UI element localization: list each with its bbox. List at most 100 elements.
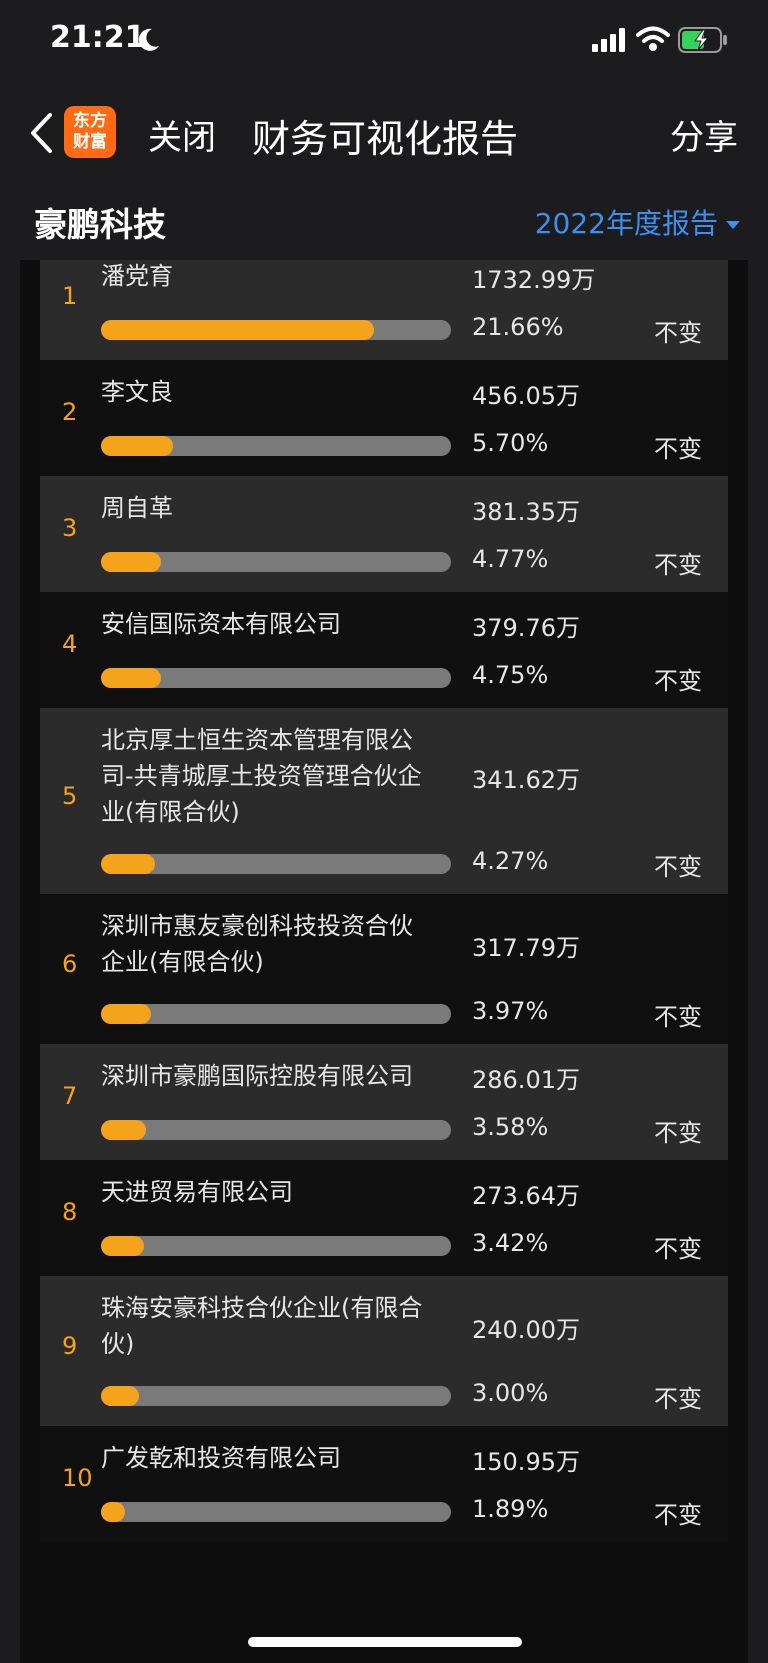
holder-row[interactable]: 10 广发乾和投资有限公司 150.95万 1.89% 不变 <box>40 1426 728 1542</box>
logo-line-2: 财富 <box>73 132 107 152</box>
holder-rank: 4 <box>62 630 78 658</box>
holder-name: 深圳市惠友豪创科技投资合伙企业(有限合伙) <box>101 912 413 976</box>
holding-ratio-bar <box>101 1120 451 1140</box>
caret-down-icon <box>726 221 740 229</box>
holder-shares: 240.00万 <box>472 1316 580 1344</box>
holding-ratio-fill <box>101 1120 147 1140</box>
holder-rank: 5 <box>62 782 78 810</box>
report-period-selector[interactable]: 2022年度报告 <box>535 202 740 242</box>
report-period-label: 2022年度报告 <box>534 207 718 240</box>
holding-ratio-bar <box>101 1502 451 1522</box>
holding-ratio-fill <box>101 320 374 340</box>
holding-ratio-fill <box>101 1004 152 1024</box>
holder-shares: 317.79万 <box>472 934 580 962</box>
holder-rank: 8 <box>62 1198 78 1226</box>
holding-change: 不变 <box>654 1501 702 1529</box>
holder-row[interactable]: 9 珠海安豪科技合伙企业(有限合伙) 240.00万 3.00% 不变 <box>40 1276 728 1426</box>
holder-row[interactable]: 6 深圳市惠友豪创科技投资合伙企业(有限合伙) 317.79万 3.97% 不变 <box>40 894 728 1044</box>
holding-ratio: 3.00% <box>472 1379 549 1407</box>
holder-rank: 10 <box>62 1464 93 1492</box>
holding-change: 不变 <box>654 319 702 347</box>
holding-ratio-fill <box>101 1236 145 1256</box>
holding-ratio-fill <box>101 854 155 874</box>
holding-ratio-bar <box>101 436 451 456</box>
app-logo: 东方 财富 <box>64 106 116 158</box>
holding-ratio: 1.89% <box>472 1495 549 1523</box>
holder-row[interactable]: 7 深圳市豪鹏国际控股有限公司 286.01万 3.58% 不变 <box>40 1044 728 1160</box>
holding-ratio-fill <box>101 1386 139 1406</box>
holder-shares: 341.62万 <box>472 766 580 794</box>
holder-name: 周自革 <box>101 494 173 522</box>
holding-change: 不变 <box>654 551 702 579</box>
wifi-icon <box>636 26 670 51</box>
holder-name: 安信国际资本有限公司 <box>101 610 341 638</box>
holder-row[interactable]: 8 天进贸易有限公司 273.64万 3.42% 不变 <box>40 1160 728 1276</box>
nav-bar: 东方 财富 关闭 财务可视化报告 分享 <box>0 90 768 174</box>
close-button[interactable]: 关闭 <box>148 110 216 159</box>
share-button[interactable]: 分享 <box>670 110 738 159</box>
status-bar: 21:21 <box>0 0 768 80</box>
holder-shares: 379.76万 <box>472 614 580 642</box>
holder-name: 广发乾和投资有限公司 <box>101 1444 341 1472</box>
holder-name: 珠海安豪科技合伙企业(有限合伙) <box>101 1294 423 1358</box>
holding-change: 不变 <box>654 1235 702 1263</box>
holder-shares: 286.01万 <box>472 1066 580 1094</box>
home-indicator <box>248 1637 522 1647</box>
holder-rank: 3 <box>62 514 78 542</box>
shareholder-list: 1 潘党育 1732.99万 21.66% 不变 2 李文良 456.05万 5.70% 不变 3 周… <box>40 260 728 1542</box>
page-title: 财务可视化报告 <box>252 117 519 161</box>
holder-rank: 9 <box>62 1332 78 1360</box>
cellular-signal-icon <box>592 28 625 52</box>
holder-name: 潘党育 <box>101 262 173 290</box>
holding-change: 不变 <box>654 1003 702 1031</box>
holding-ratio: 21.66% <box>472 313 564 341</box>
holding-ratio: 4.77% <box>472 545 549 573</box>
holding-ratio-bar <box>101 854 451 874</box>
holder-row[interactable]: 1 潘党育 1732.99万 21.66% 不变 <box>40 260 728 360</box>
holding-ratio: 4.27% <box>472 847 549 875</box>
holder-name: 李文良 <box>101 378 173 406</box>
holder-shares: 381.35万 <box>472 498 580 526</box>
holder-shares: 456.05万 <box>472 382 580 410</box>
moon-icon <box>138 28 159 51</box>
holding-ratio-bar <box>101 1004 451 1024</box>
holding-ratio-bar <box>101 320 451 340</box>
holding-change: 不变 <box>654 1119 702 1147</box>
holder-row[interactable]: 5 北京厚土恒生资本管理有限公司-共青城厚土投资管理合伙企业(有限合伙) 341.6… <box>40 708 728 894</box>
holder-row[interactable]: 3 周自革 381.35万 4.77% 不变 <box>40 476 728 592</box>
holder-row[interactable]: 2 李文良 456.05万 5.70% 不变 <box>40 360 728 476</box>
holding-ratio-bar <box>101 1386 451 1406</box>
holding-ratio-fill <box>101 668 161 688</box>
holder-shares: 1732.99万 <box>472 266 596 294</box>
holding-change: 不变 <box>654 667 702 695</box>
holder-rank: 7 <box>62 1082 78 1110</box>
holding-ratio: 3.97% <box>472 997 549 1025</box>
back-chevron-icon[interactable] <box>28 112 54 154</box>
holding-change: 不变 <box>654 435 702 463</box>
battery-charging-icon <box>678 27 727 53</box>
holder-rank: 1 <box>62 282 78 310</box>
holding-ratio-bar <box>101 1236 451 1256</box>
holding-change: 不变 <box>654 853 702 881</box>
company-name: 豪鹏科技 <box>34 205 166 244</box>
logo-line-1: 东方 <box>73 111 107 131</box>
company-header: 豪鹏科技 2022年度报告 <box>0 190 768 260</box>
holding-ratio: 3.58% <box>472 1113 549 1141</box>
holder-name: 深圳市豪鹏国际控股有限公司 <box>101 1062 413 1090</box>
holder-shares: 150.95万 <box>472 1448 580 1476</box>
status-time: 21:21 <box>50 20 146 55</box>
holding-ratio: 5.70% <box>472 429 549 457</box>
holder-rank: 6 <box>62 950 78 978</box>
holding-ratio: 4.75% <box>472 661 549 689</box>
holding-ratio-bar <box>101 668 451 688</box>
holder-shares: 273.64万 <box>472 1182 580 1210</box>
holding-ratio-bar <box>101 552 451 572</box>
holding-ratio-fill <box>101 436 173 456</box>
holding-ratio: 3.42% <box>472 1229 549 1257</box>
holding-change: 不变 <box>654 1385 702 1413</box>
holder-row[interactable]: 4 安信国际资本有限公司 379.76万 4.75% 不变 <box>40 592 728 708</box>
holding-ratio-fill <box>101 1502 125 1522</box>
holder-rank: 2 <box>62 398 78 426</box>
holder-name: 天进贸易有限公司 <box>101 1178 293 1206</box>
holding-ratio-fill <box>101 552 162 572</box>
